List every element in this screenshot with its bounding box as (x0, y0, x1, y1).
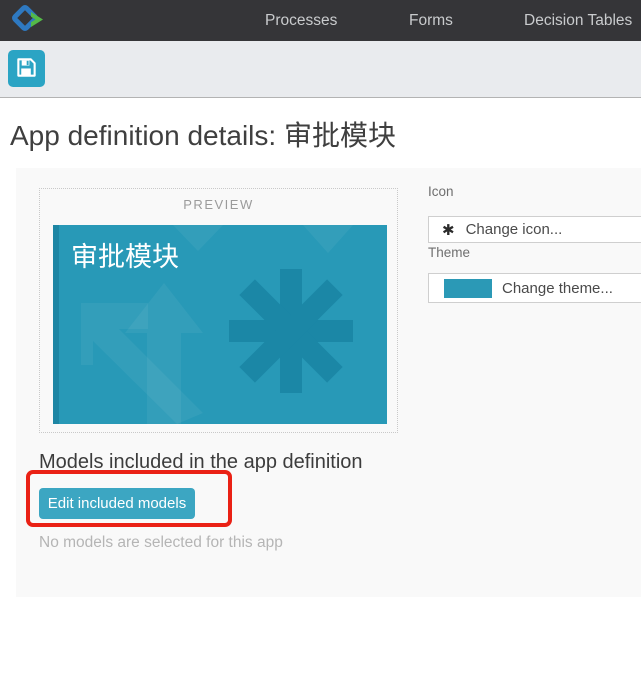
asterisk-icon (224, 264, 358, 398)
theme-section-label: Theme (428, 245, 470, 260)
tile-edge-strip (53, 225, 59, 424)
app-definition-panel: PREVIEW 审批模块 Ico (16, 168, 641, 597)
change-theme-label: Change theme... (502, 280, 613, 297)
tile-title: 审批模块 (71, 235, 179, 274)
no-models-text: No models are selected for this app (39, 534, 283, 552)
change-icon-button[interactable]: ✱ Change icon... (428, 216, 641, 243)
flowable-logo-icon[interactable] (10, 4, 48, 38)
nav-item-processes[interactable]: Processes (265, 0, 337, 41)
change-theme-button[interactable]: Change theme... (428, 273, 641, 303)
nav-item-decision-tables[interactable]: Decision Tables (524, 0, 632, 41)
preview-box: PREVIEW 审批模块 (39, 188, 398, 433)
preview-label: PREVIEW (40, 197, 397, 212)
app-tile-preview: 审批模块 (53, 225, 387, 424)
asterisk-glyph-icon: ✱ (442, 221, 455, 239)
edit-included-models-button[interactable]: Edit included models (39, 488, 195, 519)
nav-item-forms[interactable]: Forms (409, 0, 453, 41)
save-icon (15, 56, 38, 82)
models-section-heading: Models included in the app definition (39, 451, 363, 474)
change-icon-label: Change icon... (466, 221, 563, 238)
theme-color-swatch (444, 279, 492, 298)
page-title: App definition details: 审批模块 (10, 114, 396, 154)
save-button[interactable] (8, 50, 45, 87)
icon-section-label: Icon (428, 184, 454, 199)
toolbar (0, 41, 641, 98)
top-navbar: Processes Forms Decision Tables (0, 0, 641, 41)
